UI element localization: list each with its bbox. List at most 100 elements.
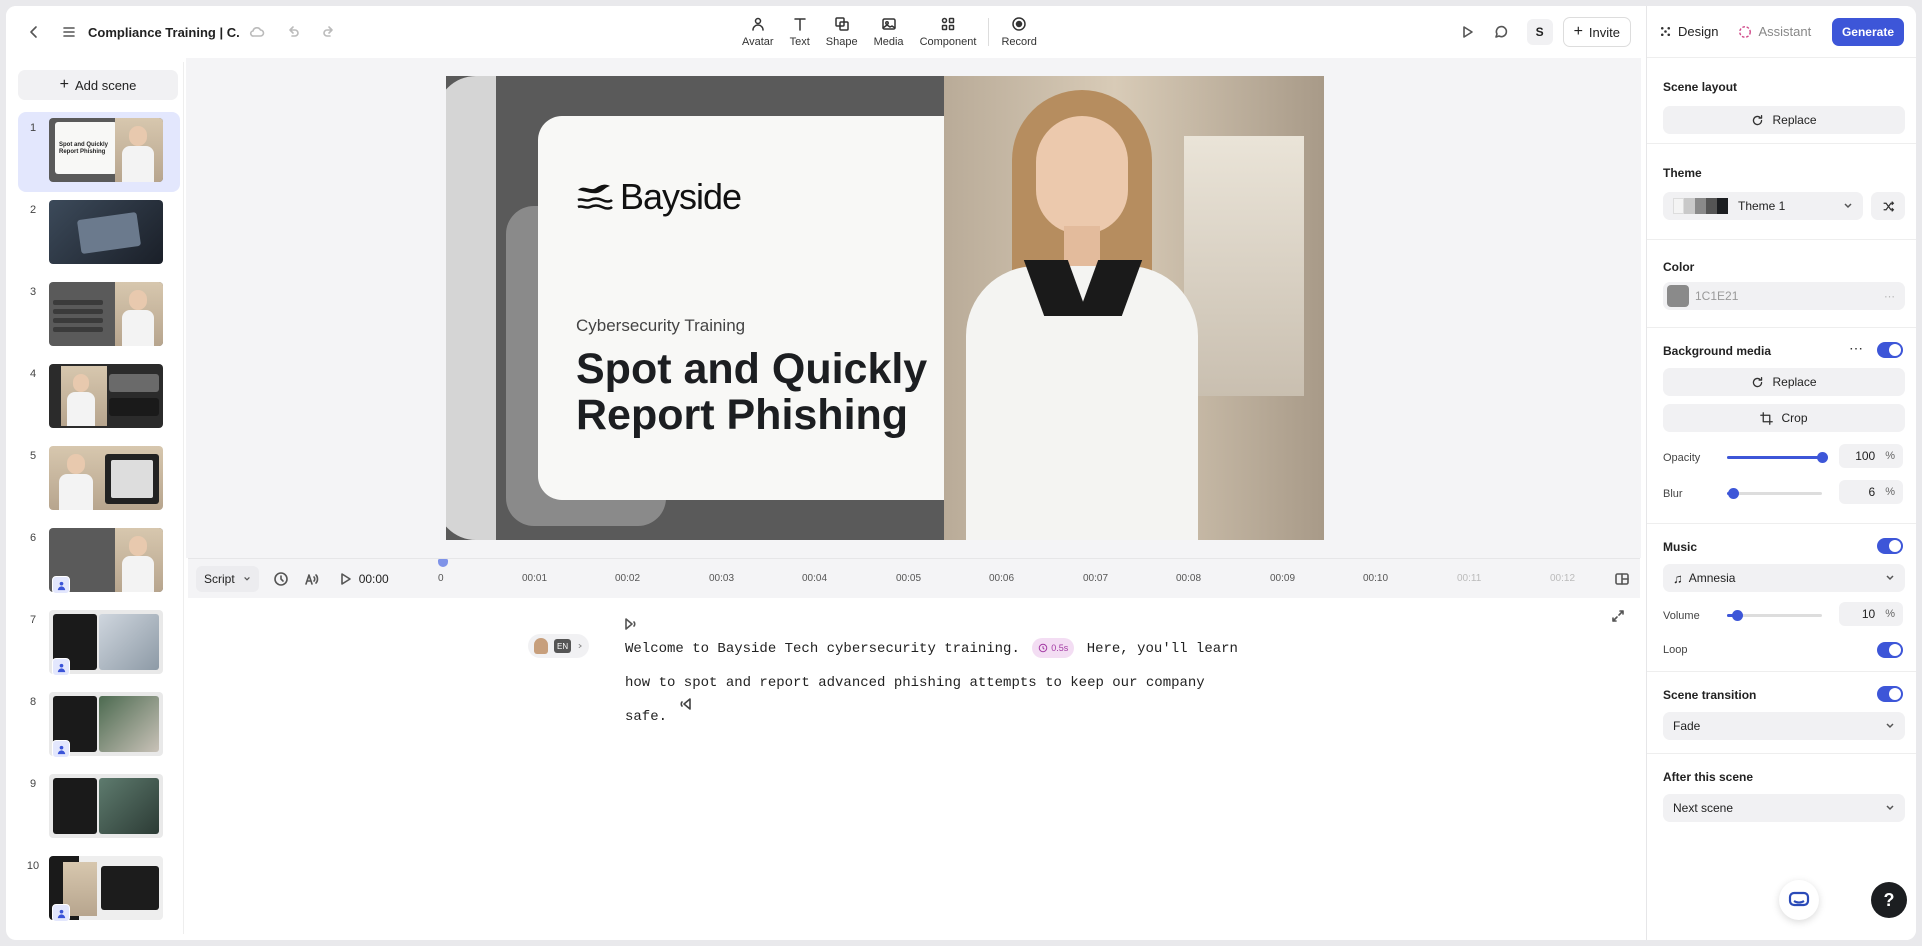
color-section: Color 1C1E21 ⋯ xyxy=(1647,240,1916,328)
scene-number: 1 xyxy=(29,122,37,134)
shuffle-theme-button[interactable] xyxy=(1871,192,1905,220)
tool-avatar[interactable]: Avatar xyxy=(734,12,782,52)
scene-number: 6 xyxy=(29,532,37,544)
tool-shape[interactable]: Shape xyxy=(818,12,866,52)
avatar-presenter-image[interactable] xyxy=(944,76,1324,540)
replace-layout-button[interactable]: Replace xyxy=(1663,106,1905,134)
back-icon[interactable] xyxy=(26,24,42,40)
script-dropdown[interactable]: Script xyxy=(196,565,259,592)
slide-side-shape xyxy=(446,76,496,540)
user-avatar[interactable]: S xyxy=(1526,19,1553,45)
tab-design[interactable]: Design xyxy=(1659,24,1718,39)
chevron-down-icon xyxy=(1886,723,1894,729)
blur-handle[interactable] xyxy=(1727,488,1739,499)
plus-icon: + xyxy=(59,76,69,93)
percent-unit: % xyxy=(1885,608,1895,620)
comment-icon[interactable] xyxy=(1493,24,1509,40)
opacity-handle[interactable] xyxy=(1817,452,1828,463)
plus-icon: + xyxy=(1573,23,1583,40)
add-scene-button[interactable]: + Add scene xyxy=(18,70,178,100)
voice-settings-icon[interactable] xyxy=(303,571,319,587)
music-toggle[interactable] xyxy=(1877,538,1903,554)
pause-chip[interactable]: 0.5s xyxy=(1032,638,1075,659)
crop-button[interactable]: Crop xyxy=(1663,404,1905,432)
opacity-slider[interactable] xyxy=(1727,452,1828,463)
scene-item-7[interactable]: 7 xyxy=(18,604,180,684)
blur-label: Blur xyxy=(1663,488,1683,500)
color-value: 1C1E21 xyxy=(1695,289,1739,303)
play-icon[interactable] xyxy=(337,571,353,587)
redo-icon[interactable] xyxy=(321,24,337,40)
invite-button[interactable]: + Invite xyxy=(1562,17,1631,47)
insert-toolbar: Avatar Text Shape Media Component Record xyxy=(734,12,1045,52)
volume-handle[interactable] xyxy=(1731,610,1743,621)
project-title[interactable]: Compliance Training | C... xyxy=(88,25,240,40)
help-button[interactable]: ? xyxy=(1871,882,1907,918)
blur-input[interactable]: 6 % xyxy=(1839,480,1903,504)
tool-record[interactable]: Record xyxy=(993,12,1044,52)
undo-icon[interactable] xyxy=(285,24,301,40)
slide-canvas[interactable]: Bayside Cybersecurity Training Spot and … xyxy=(446,76,1324,540)
color-swatch[interactable] xyxy=(1667,285,1689,307)
tool-media[interactable]: Media xyxy=(866,12,912,52)
color-picker[interactable]: 1C1E21 ⋯ xyxy=(1663,282,1905,310)
section-title: Scene transition xyxy=(1663,688,1757,702)
script-dropdown-label: Script xyxy=(204,571,235,586)
timeline-ruler[interactable]: 0 00:01 00:02 00:03 00:04 00:05 00:06 00… xyxy=(438,559,1628,599)
scene-item-2[interactable]: 2 xyxy=(18,194,180,274)
script-text[interactable]: Welcome to Bayside Tech cybersecurity tr… xyxy=(625,632,1245,734)
scene-transition-toggle[interactable] xyxy=(1877,686,1903,702)
tool-component[interactable]: Component xyxy=(912,12,985,52)
toolbar-divider xyxy=(988,18,990,46)
percent-unit: % xyxy=(1885,450,1895,462)
generate-button[interactable]: Generate xyxy=(1831,17,1904,46)
scene-item-8[interactable]: 8 xyxy=(18,686,180,766)
slide-subtitle[interactable]: Cybersecurity Training xyxy=(576,316,745,336)
background-media-toggle[interactable] xyxy=(1877,342,1903,358)
after-scene-select[interactable]: Next scene xyxy=(1663,794,1905,822)
slide-card[interactable] xyxy=(538,116,1002,500)
volume-label: Volume xyxy=(1663,610,1700,622)
menu-icon[interactable] xyxy=(61,24,77,40)
chat-support-button[interactable] xyxy=(1779,880,1819,920)
opacity-input[interactable]: 100 % xyxy=(1839,444,1903,468)
theme-select[interactable]: Theme 1 xyxy=(1663,192,1863,220)
scene-item-1[interactable]: 1 Spot and Quickly Report Phishing xyxy=(18,112,180,192)
replace-background-button[interactable]: Replace xyxy=(1663,368,1905,396)
more-options-icon[interactable]: ⋯ xyxy=(1849,340,1863,357)
blur-slider[interactable] xyxy=(1727,488,1822,499)
section-title: Music xyxy=(1663,540,1698,554)
volume-slider[interactable] xyxy=(1727,610,1822,621)
scene-item-10[interactable]: 10 xyxy=(18,850,180,930)
tab-assistant[interactable]: Assistant xyxy=(1738,24,1811,39)
loop-toggle[interactable] xyxy=(1877,642,1903,658)
tick-label: 00:06 xyxy=(989,573,1015,584)
voice-selector[interactable]: EN xyxy=(528,634,590,658)
section-title: After this scene xyxy=(1663,770,1754,784)
section-title: Scene layout xyxy=(1663,80,1738,94)
playhead[interactable] xyxy=(438,559,448,567)
expand-icon[interactable] xyxy=(1610,608,1626,624)
voice-avatar xyxy=(534,638,548,654)
volume-input[interactable]: 10 % xyxy=(1839,602,1903,626)
tick-label: 00:01 xyxy=(522,573,548,584)
play-from-here-icon[interactable] xyxy=(622,616,638,632)
script-editor[interactable]: EN Welcome to Bayside Tech cybersecurity… xyxy=(188,598,1640,934)
slide-title[interactable]: Spot and Quickly Report Phishing xyxy=(576,346,996,438)
transition-value: Fade xyxy=(1673,719,1701,733)
invite-label: Invite xyxy=(1588,24,1620,40)
play-preview-icon[interactable] xyxy=(1459,24,1475,40)
clock-icon[interactable] xyxy=(273,571,289,587)
gesture-marker-icon[interactable] xyxy=(678,696,694,712)
tool-text[interactable]: Text xyxy=(782,12,818,52)
scene-item-4[interactable]: 4 xyxy=(18,358,180,438)
layout-toggle-icon[interactable] xyxy=(1614,571,1630,587)
scene-item-3[interactable]: 3 xyxy=(18,276,180,356)
transition-select[interactable]: Fade xyxy=(1663,712,1905,740)
music-select[interactable]: ♫ Amnesia xyxy=(1663,564,1905,592)
scene-item-6[interactable]: 6 xyxy=(18,522,180,602)
record-icon xyxy=(1012,17,1026,31)
scene-item-5[interactable]: 5 xyxy=(18,440,180,520)
scene-item-9[interactable]: 9 xyxy=(18,768,180,848)
scene-thumbnail xyxy=(49,446,163,510)
